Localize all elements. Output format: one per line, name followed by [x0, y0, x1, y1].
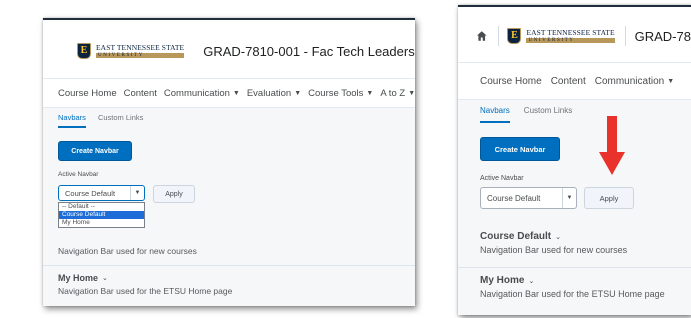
course-navbar: Course Home Content Communication ▼ Evalu…	[43, 78, 415, 108]
nav-content[interactable]: Content	[551, 76, 586, 87]
navbar-description: Navigation Bar used for new courses	[480, 245, 628, 255]
navbar-title[interactable]: Course Default ⌄	[480, 231, 691, 242]
navbar-title-text: My Home	[480, 275, 525, 286]
tab-custom-links[interactable]: Custom Links	[98, 113, 143, 128]
active-navbar-select[interactable]: Course Default ▼	[58, 185, 145, 201]
nav-communication[interactable]: Communication ▼	[595, 76, 674, 87]
navbars-content: Navbars Custom Links Create Navbar Activ…	[43, 108, 415, 306]
navbar-item-course-default: Navigation Bar used for new courses	[43, 243, 415, 256]
apply-button[interactable]: Apply	[584, 187, 634, 209]
navbar-title-text: My Home	[58, 273, 99, 283]
nav-communication-label: Communication	[594, 75, 665, 87]
nav-communication[interactable]: Communication ▼	[164, 88, 240, 99]
navbar-item-my-home: My Home ⌄ Navigation Bar used for the ETS…	[43, 273, 415, 296]
tab-bar: Navbars Custom Links	[58, 113, 155, 128]
navbar-title[interactable]: My Home ⌄	[58, 273, 415, 283]
navbar-item-my-home: My Home ⌄ Navigation Bar used for the ETS…	[458, 275, 691, 299]
home-icon[interactable]	[476, 30, 488, 42]
navbar-title-text: Course Default	[480, 231, 552, 242]
chevron-down-icon: ▼	[667, 77, 675, 85]
nav-communication-label: Communication	[163, 87, 230, 99]
nav-course-home[interactable]: Course Home	[480, 76, 542, 87]
create-navbar-button[interactable]: Create Navbar	[58, 141, 132, 161]
chevron-down-icon: ▼	[408, 89, 415, 97]
navbar-description: Navigation Bar used for the ETSU Home pa…	[58, 286, 233, 296]
nav-course-tools[interactable]: Course Tools ▼	[308, 88, 373, 99]
select-value: Course Default	[487, 193, 541, 203]
active-navbar-select[interactable]: Course Default ▼	[480, 187, 577, 209]
nav-a-to-z-label: A to Z	[380, 87, 406, 99]
chevron-down-icon[interactable]: ⌄	[102, 274, 108, 282]
left-screenshot-panel: E EAST TENNESSEE STATE UNIVERSITY GRAD-7…	[43, 18, 415, 306]
minibar: E EAST TENNESSEE STATE UNIVERSITY GRAD-7…	[458, 22, 691, 50]
divider	[497, 26, 499, 46]
right-screenshot-panel: E EAST TENNESSEE STATE UNIVERSITY GRAD-7…	[458, 5, 691, 315]
chevron-down-icon: ▼	[294, 89, 302, 97]
chevron-down-icon[interactable]: ⌄	[555, 233, 561, 241]
chevron-down-icon: ▼	[366, 89, 374, 97]
chevron-down-icon: ▼	[130, 186, 144, 200]
course-navbar: Course Home Content Communication ▼	[458, 62, 691, 100]
logo-line2: UNIVERSITY	[96, 52, 185, 58]
nav-evaluation[interactable]: Evaluation ▼	[247, 88, 301, 99]
divider	[624, 26, 626, 46]
course-title[interactable]: GRAD-78	[635, 29, 691, 44]
active-navbar-label: Active Navbar	[480, 175, 524, 182]
apply-button[interactable]: Apply	[153, 185, 195, 203]
navbar-description: Navigation Bar used for the ETSU Home pa…	[480, 289, 665, 299]
divider	[43, 265, 415, 266]
dropdown-option-course-default[interactable]: Course Default	[59, 211, 144, 219]
logo-line1: EAST TENNESSEE STATE	[526, 28, 615, 38]
etsu-logo[interactable]: E EAST TENNESSEE STATE UNIVERSITY	[507, 28, 615, 44]
dropdown-option-default[interactable]: -- Default --	[59, 203, 144, 211]
nav-evaluation-label: Evaluation	[246, 87, 292, 99]
nav-a-to-z[interactable]: A to Z ▼	[380, 88, 415, 99]
chevron-down-icon: ▼	[562, 188, 576, 208]
navbar-description: Navigation Bar used for new courses	[58, 246, 197, 256]
active-navbar-label: Active Navbar	[58, 171, 99, 178]
navbars-content: Navbars Custom Links Create Navbar Activ…	[458, 100, 691, 315]
logo-mark: E	[77, 43, 91, 59]
etsu-logo[interactable]: E EAST TENNESSEE STATE UNIVERSITY	[77, 43, 185, 59]
tab-custom-links[interactable]: Custom Links	[524, 106, 572, 123]
tab-navbars[interactable]: Navbars	[58, 113, 86, 128]
chevron-down-icon: ▼	[232, 89, 240, 97]
nav-course-home[interactable]: Course Home	[58, 88, 117, 99]
divider	[458, 267, 691, 268]
create-navbar-button[interactable]: Create Navbar	[480, 137, 560, 161]
tab-bar: Navbars Custom Links	[480, 106, 586, 123]
arrow-down-icon	[599, 116, 625, 175]
dropdown-option-my-home[interactable]: My Home	[59, 219, 144, 227]
navbar-item-course-default: Course Default ⌄ Navigation Bar used for …	[458, 231, 691, 255]
course-title[interactable]: GRAD-7810-001 - Fac Tech Leadersh...	[203, 44, 415, 59]
chevron-down-icon[interactable]: ⌄	[528, 277, 534, 285]
nav-content[interactable]: Content	[124, 88, 157, 99]
logo-line1: EAST TENNESSEE STATE	[96, 43, 185, 53]
navbar-title[interactable]: My Home ⌄	[480, 275, 691, 286]
logo-line2: UNIVERSITY	[526, 37, 615, 43]
active-navbar-dropdown: -- Default -- Course Default My Home	[58, 202, 145, 228]
logo-mark: E	[507, 28, 522, 44]
tab-navbars[interactable]: Navbars	[480, 106, 510, 123]
nav-course-tools-label: Course Tools	[308, 87, 364, 99]
minibar: E EAST TENNESSEE STATE UNIVERSITY GRAD-7…	[43, 38, 415, 64]
select-value: Course Default	[65, 188, 116, 198]
